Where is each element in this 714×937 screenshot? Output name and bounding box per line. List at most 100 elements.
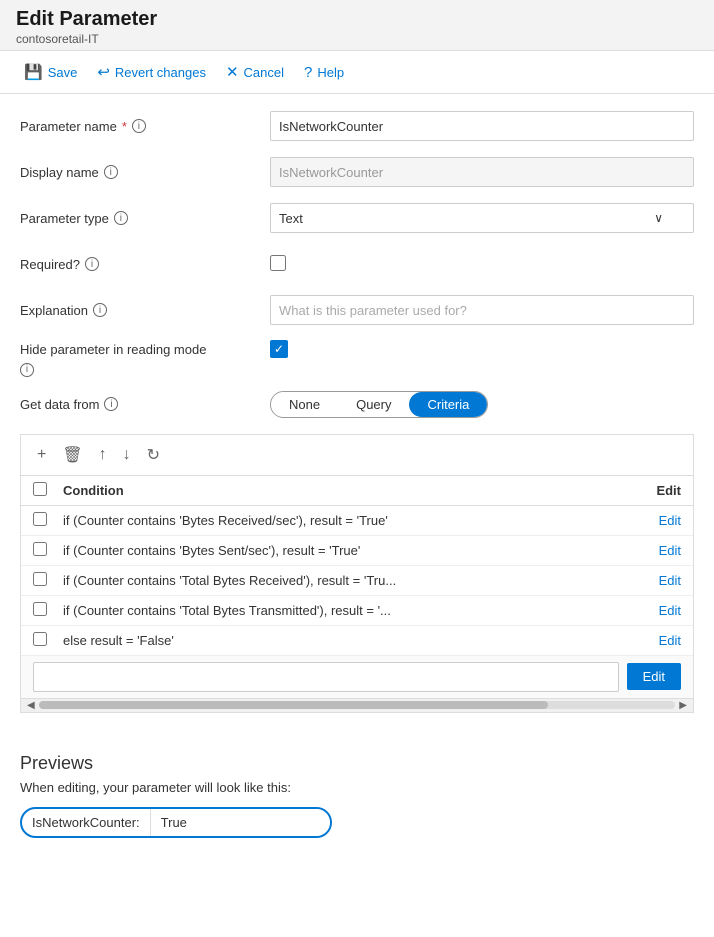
table-header: Condition Edit	[21, 476, 693, 506]
required-star: *	[122, 119, 127, 134]
row-edit-2[interactable]: Edit	[621, 573, 681, 588]
toggle-criteria[interactable]: Criteria	[409, 392, 487, 417]
revert-icon: ↩	[97, 63, 110, 81]
display-name-info-icon[interactable]: i	[104, 165, 118, 179]
cancel-button[interactable]: ✕ Cancel	[218, 59, 292, 85]
delete-icon: 🗑	[62, 445, 82, 465]
scroll-right-icon[interactable]: ▶	[675, 700, 691, 711]
get-data-row: Get data from i None Query Criteria	[20, 391, 694, 418]
get-data-label: Get data from i	[20, 397, 270, 412]
row-checkbox-cell-3	[33, 602, 63, 619]
scrollbar-thumb	[39, 701, 548, 709]
preview-param-input[interactable]	[150, 809, 330, 836]
condition-header: Condition	[63, 483, 621, 498]
refresh-icon: ↻	[147, 445, 160, 465]
move-up-button[interactable]: ↑	[95, 444, 111, 466]
chevron-down-icon: ∨	[654, 211, 663, 225]
required-info-icon[interactable]: i	[85, 257, 99, 271]
display-name-control	[270, 157, 694, 187]
table-row: if (Counter contains 'Bytes Received/sec…	[21, 506, 693, 536]
revert-button[interactable]: ↩ Revert changes	[89, 59, 214, 85]
get-data-toggle-group: None Query Criteria	[270, 391, 488, 418]
parameter-type-info-icon[interactable]: i	[114, 211, 128, 225]
parameter-type-row: Parameter type i Text ∨	[20, 202, 694, 234]
parameter-type-control: Text ∨	[270, 203, 694, 233]
row-checkbox-0[interactable]	[33, 512, 47, 526]
row-edit-1[interactable]: Edit	[621, 543, 681, 558]
get-data-info-icon[interactable]: i	[104, 397, 118, 411]
add-icon: +	[37, 446, 46, 464]
row-checkbox-2[interactable]	[33, 572, 47, 586]
bottom-edit-button[interactable]: Edit	[627, 663, 681, 690]
display-name-row: Display name i	[20, 156, 694, 188]
help-label: Help	[317, 65, 344, 80]
explanation-input[interactable]	[270, 295, 694, 325]
explanation-info-icon[interactable]: i	[93, 303, 107, 317]
row-checkbox-cell-2	[33, 572, 63, 589]
row-checkbox-cell-0	[33, 512, 63, 529]
parameter-name-control	[270, 111, 694, 141]
parameter-name-input[interactable]	[270, 111, 694, 141]
explanation-row: Explanation i	[20, 294, 694, 326]
form-content: Parameter name * i Display name i Parame…	[0, 94, 714, 745]
row-checkbox-4[interactable]	[33, 632, 47, 646]
explanation-control	[270, 295, 694, 325]
row-edit-0[interactable]: Edit	[621, 513, 681, 528]
required-checkbox[interactable]	[270, 255, 286, 271]
toggle-none[interactable]: None	[271, 392, 338, 417]
bottom-edit-row: Edit	[21, 655, 693, 698]
parameter-type-label: Parameter type i	[20, 211, 270, 226]
up-icon: ↑	[99, 446, 107, 464]
row-checkbox-1[interactable]	[33, 542, 47, 556]
row-condition-2: if (Counter contains 'Total Bytes Receiv…	[63, 573, 621, 588]
add-condition-button[interactable]: +	[33, 444, 50, 466]
display-name-input[interactable]	[270, 157, 694, 187]
down-icon: ↓	[123, 446, 131, 464]
cancel-icon: ✕	[226, 63, 239, 81]
parameter-type-value: Text	[279, 211, 303, 226]
previews-section: Previews When editing, your parameter wi…	[0, 745, 714, 858]
move-down-button[interactable]: ↓	[119, 444, 135, 466]
parameter-name-label: Parameter name * i	[20, 119, 270, 134]
display-name-label: Display name i	[20, 165, 270, 180]
scrollbar-track[interactable]	[39, 701, 676, 709]
header-bar: Edit Parameter contosoretail-IT	[0, 0, 714, 51]
row-checkbox-3[interactable]	[33, 602, 47, 616]
bottom-text-input[interactable]	[33, 662, 619, 692]
row-checkbox-cell-4	[33, 632, 63, 649]
select-all-checkbox[interactable]	[33, 482, 47, 496]
explanation-label: Explanation i	[20, 303, 270, 318]
parameter-name-info-icon[interactable]: i	[132, 119, 146, 133]
toolbar: 💾 Save ↩ Revert changes ✕ Cancel ? Help	[0, 51, 714, 94]
preview-param-label: IsNetworkCounter:	[22, 809, 150, 836]
hide-param-checkbox[interactable]	[270, 340, 288, 358]
row-checkbox-cell-1	[33, 542, 63, 559]
hide-param-label: Hide parameter in reading mode	[20, 342, 270, 357]
cancel-label: Cancel	[244, 65, 284, 80]
required-control	[270, 255, 694, 274]
scroll-left-icon[interactable]: ◀	[23, 700, 39, 711]
preview-param-row: IsNetworkCounter:	[20, 807, 694, 838]
delete-condition-button[interactable]: 🗑	[58, 443, 86, 467]
refresh-button[interactable]: ↻	[143, 443, 164, 467]
save-button[interactable]: 💾 Save	[16, 59, 85, 85]
hide-param-main: Hide parameter in reading mode	[20, 340, 694, 358]
conditions-table-section: + 🗑 ↑ ↓ ↻ Condition Edit	[20, 434, 694, 713]
hide-param-row: Hide parameter in reading mode i	[20, 340, 694, 377]
toggle-query[interactable]: Query	[338, 392, 409, 417]
table-body: if (Counter contains 'Bytes Received/sec…	[21, 506, 693, 655]
row-condition-0: if (Counter contains 'Bytes Received/sec…	[63, 513, 621, 528]
preview-param-pill: IsNetworkCounter:	[20, 807, 332, 838]
row-edit-3[interactable]: Edit	[621, 603, 681, 618]
save-icon: 💾	[24, 63, 43, 81]
row-condition-1: if (Counter contains 'Bytes Sent/sec'), …	[63, 543, 621, 558]
horizontal-scrollbar[interactable]: ◀ ▶	[21, 698, 693, 712]
hide-param-info-icon[interactable]: i	[20, 363, 34, 377]
parameter-name-row: Parameter name * i	[20, 110, 694, 142]
hide-param-info: i	[20, 360, 694, 377]
revert-label: Revert changes	[115, 65, 206, 80]
row-edit-4[interactable]: Edit	[621, 633, 681, 648]
parameter-type-dropdown[interactable]: Text ∨	[270, 203, 694, 233]
page-title: Edit Parameter	[16, 8, 698, 31]
help-button[interactable]: ? Help	[296, 60, 352, 85]
